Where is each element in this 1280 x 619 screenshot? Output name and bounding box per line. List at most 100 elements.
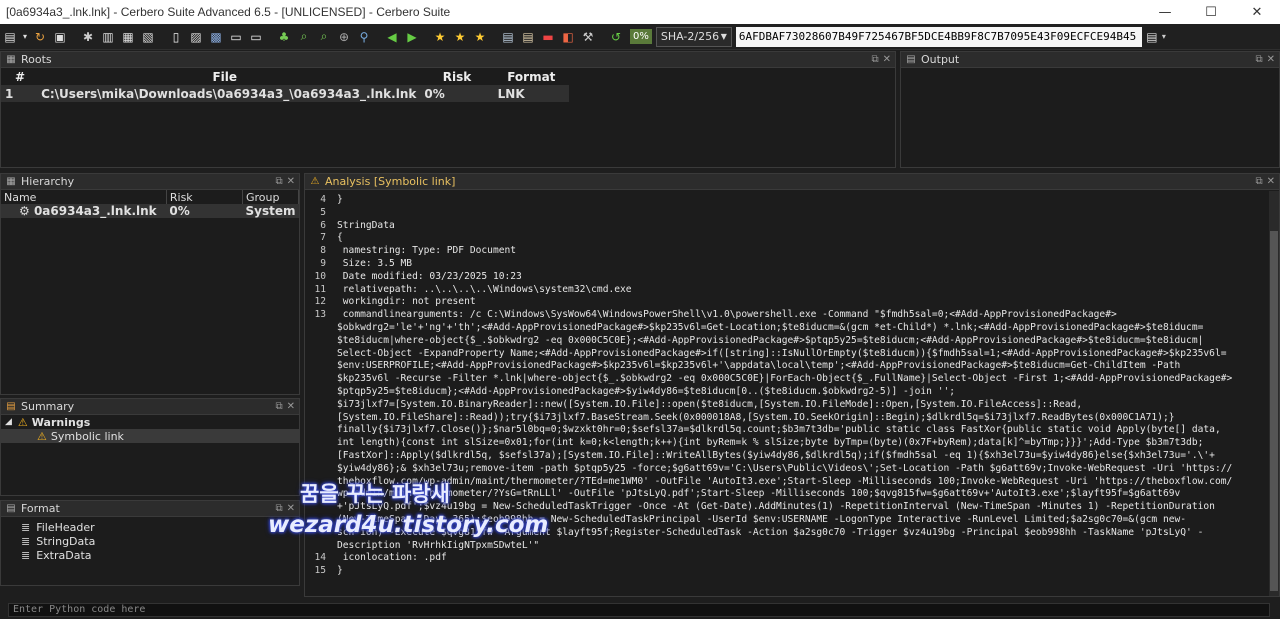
hierarchy-table: Name Risk Group ⚙ 0a6934a3_.lnk.lnk 0% Sys… <box>1 190 299 218</box>
tree-icon[interactable]: ♣ <box>274 27 294 47</box>
float-icon[interactable]: ⧉ <box>275 401 282 412</box>
code-line: wp-admin/maint/thermometer/?YsG=tRnLLl' … <box>337 488 1181 500</box>
format-icon: ▤ <box>6 503 16 514</box>
analysis-icon: ⚠ <box>310 176 320 187</box>
format-item-extradata[interactable]: ≣ ExtraData <box>1 548 299 562</box>
line-number: 10 <box>314 270 326 282</box>
line-number: 6 <box>320 219 326 231</box>
hash-algorithm-select[interactable]: SHA-2/256 ▼ <box>655 26 732 47</box>
float-icon[interactable]: ⧉ <box>275 176 282 187</box>
table-row[interactable]: ⚙ 0a6934a3_.lnk.lnk 0% System <box>1 204 299 218</box>
title-bar: [0a6934a3_.lnk.lnk] - Cerbero Suite Adva… <box>0 0 1280 24</box>
code-line: $obkwdrg2='le'+'ng'+'th';<#Add-AppProvis… <box>337 322 1204 333</box>
star-icon[interactable]: ★ <box>450 27 470 47</box>
line-number: 5 <box>320 206 326 218</box>
col-risk[interactable]: Risk <box>420 68 493 85</box>
code-line: Date modified: 03/23/2025 10:23 <box>337 270 522 282</box>
image-icon[interactable]: ▩ <box>206 27 226 47</box>
copy-icon[interactable]: ▤ <box>1142 27 1162 47</box>
page-icon[interactable]: ▯ <box>166 27 186 47</box>
roots-icon: ▦ <box>6 54 16 65</box>
back-arrow-icon[interactable]: ◀ <box>382 27 402 47</box>
notes-icon[interactable]: ▤ <box>518 27 538 47</box>
col-number[interactable]: # <box>1 68 29 85</box>
document-icon[interactable]: ▥ <box>98 27 118 47</box>
script-icon[interactable]: ▦ <box>118 27 138 47</box>
flag-icon[interactable]: ▬ <box>538 27 558 47</box>
hash-value-field[interactable]: 6AFDBAF73028607B49F725467BF5DCE4BB9F8C7B… <box>735 26 1142 47</box>
save-icon[interactable]: ▣ <box>50 27 70 47</box>
hierarchy-panel: ▦ Hierarchy ⧉ ✕ Name Risk Group ⚙ 0a6934a3_.l… <box>0 173 300 395</box>
col-file[interactable]: File <box>29 68 420 85</box>
col-format[interactable]: Format <box>494 68 569 85</box>
chevron-down-icon: ▼ <box>720 32 727 41</box>
col-group[interactable]: Group <box>242 190 299 204</box>
line-number: 14 <box>314 552 326 564</box>
code-line: $yiw4dy86};& $xh3el73u;remove-item -path… <box>337 462 1233 474</box>
hierarchy-icon: ▦ <box>6 176 16 187</box>
code-line: $env:USERPROFILE;<#Add-AppProvisionedPac… <box>337 360 1181 372</box>
find-icon[interactable]: ⌕ <box>314 27 334 47</box>
python-input[interactable]: Enter Python code here <box>8 603 1270 617</box>
code-line: } <box>337 194 343 205</box>
new-icon[interactable]: ▤ <box>0 27 20 47</box>
line-number: 8 <box>320 245 326 257</box>
star-blue-icon[interactable]: ★ <box>430 27 450 47</box>
close-icon[interactable]: ✕ <box>1267 176 1275 187</box>
collapse-icon[interactable]: ◢ <box>5 417 12 427</box>
minimize-button[interactable]: — <box>1142 5 1188 20</box>
line-number: 7 <box>320 232 326 244</box>
open-icon[interactable]: ↻ <box>30 27 50 47</box>
code-line: [System.IO.FileShare]::Read));try{$i73jl… <box>337 411 1175 423</box>
vertical-scrollbar[interactable] <box>1269 191 1279 596</box>
star-add-icon[interactable]: ★ <box>470 27 490 47</box>
graph-icon[interactable]: ⚲ <box>354 27 374 47</box>
close-icon[interactable]: ✕ <box>287 401 295 412</box>
float-icon[interactable]: ⧉ <box>871 54 878 65</box>
panel-title: Format <box>21 502 60 515</box>
close-icon[interactable]: ✕ <box>287 176 295 187</box>
progress-percent: 0% <box>630 29 652 44</box>
table-row[interactable]: 1 C:\Users\mika\Downloads\0a6934a3_\0a69… <box>1 85 569 102</box>
line-number: 9 <box>320 258 326 269</box>
tree-item-warnings[interactable]: ◢ ⚠ Warnings <box>1 415 299 429</box>
close-icon[interactable]: ✕ <box>883 54 891 65</box>
report-icon[interactable]: ▤ <box>498 27 518 47</box>
dropdown-icon[interactable]: ▾ <box>20 27 30 47</box>
summary-icon: ▤ <box>6 401 16 412</box>
code-line: $te8iducm|where-object{$_.$obkwdrg2 -eq … <box>337 334 1204 346</box>
col-risk[interactable]: Risk <box>166 190 244 204</box>
col-name[interactable]: Name <box>1 190 167 204</box>
tools-icon[interactable]: ⚒ <box>578 27 598 47</box>
format-item-stringdata[interactable]: ≣ StringData <box>1 534 299 548</box>
settings-icon[interactable]: ✱ <box>78 27 98 47</box>
code-line: commandlinearguments: /c C:\Windows\SysW… <box>337 309 1117 321</box>
code-line: Select-Object -ExpandProperty Name;<#Add… <box>337 347 1227 359</box>
tree-item-symbolic-link[interactable]: ⚠ Symbolic link <box>1 429 299 443</box>
refresh-icon[interactable]: ↺ <box>606 27 626 47</box>
window2-icon[interactable]: ▭ <box>246 27 266 47</box>
close-icon[interactable]: ✕ <box>1267 54 1275 65</box>
panel-title: Roots <box>21 53 52 66</box>
code-line: iconlocation: .pdf <box>337 552 447 564</box>
window-title: [0a6934a3_.lnk.lnk] - Cerbero Suite Adva… <box>6 5 451 19</box>
code-line: relativepath: ..\..\..\..\Windows\system… <box>337 283 632 295</box>
float-icon[interactable]: ⧉ <box>1255 54 1262 65</box>
edit-icon[interactable]: ▧ <box>138 27 158 47</box>
line-number: 4 <box>320 194 326 205</box>
maximize-button[interactable]: ☐ <box>1188 5 1234 20</box>
roots-table: # File Risk Format 1 C:\Users\mika\Downl… <box>1 68 569 102</box>
format-panel: ▤ Format ⧉ ✕ ≣ FileHeader ≣ StringData ≣ Extra… <box>0 500 300 586</box>
float-icon[interactable]: ⧉ <box>1255 176 1262 187</box>
format-item-fileheader[interactable]: ≣ FileHeader <box>1 520 299 534</box>
output-icon: ▤ <box>906 54 916 65</box>
forward-arrow-icon[interactable]: ▶ <box>402 27 422 47</box>
close-button[interactable]: ✕ <box>1234 5 1280 20</box>
color-icon[interactable]: ◧ <box>558 27 578 47</box>
zoom-icon[interactable]: ⊕ <box>334 27 354 47</box>
code-line: { <box>337 232 343 244</box>
window-icon[interactable]: ▭ <box>226 27 246 47</box>
search-icon[interactable]: ⌕ <box>294 27 314 47</box>
code-line: Size: 3.5 MB <box>337 258 413 269</box>
export-icon[interactable]: ▨ <box>186 27 206 47</box>
